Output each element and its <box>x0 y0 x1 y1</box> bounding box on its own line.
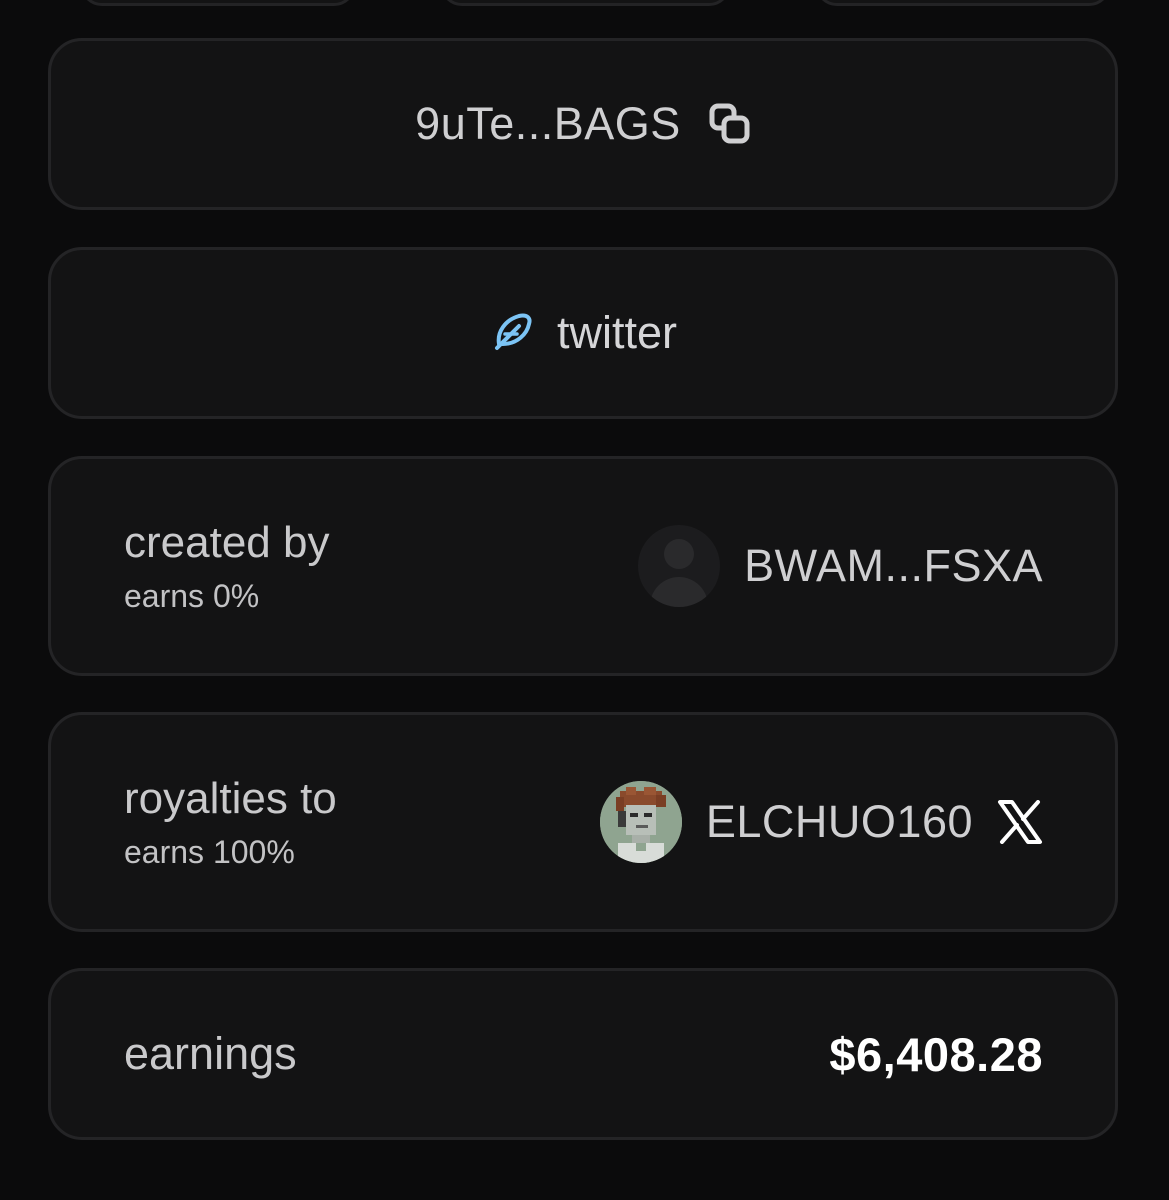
creator-label: created by <box>124 518 330 567</box>
royalties-card: royalties to earns 100% ELCHUO160 <box>48 712 1118 932</box>
creator-earns: earns 0% <box>124 578 260 614</box>
royalties-handle: ELCHUO160 <box>705 796 973 847</box>
contract-address-card[interactable]: 9uTe...BAGS <box>48 38 1118 210</box>
token-details-panel: 9uTe...BAGS twitter created by earns 0% … <box>0 0 1169 1200</box>
default-avatar-icon <box>638 525 721 607</box>
x-icon[interactable] <box>997 800 1043 844</box>
top-pill-right <box>815 0 1111 6</box>
earnings-card: earnings $6,408.28 <box>48 968 1118 1140</box>
royalties-earns: earns 100% <box>124 834 295 870</box>
creator-profile-link[interactable]: BWAM...FSXA <box>638 525 1043 607</box>
copy-icon[interactable] <box>709 103 751 145</box>
contract-address: 9uTe...BAGS <box>415 98 681 149</box>
creator-handle: BWAM...FSXA <box>744 540 1043 591</box>
earnings-value: $6,408.28 <box>829 1027 1043 1081</box>
top-pill-left <box>80 0 356 6</box>
royalties-profile-link[interactable]: ELCHUO160 <box>599 781 1043 863</box>
twitter-link-card[interactable]: twitter <box>48 247 1118 419</box>
royalties-label: royalties to <box>124 774 337 823</box>
top-pill-middle <box>440 0 731 6</box>
creator-card: created by earns 0% BWAM...FSXA <box>48 456 1118 676</box>
earnings-label: earnings <box>124 1028 297 1079</box>
pixel-art-avatar-icon <box>599 781 682 863</box>
twitter-label: twitter <box>556 307 677 358</box>
feather-icon <box>489 310 535 356</box>
